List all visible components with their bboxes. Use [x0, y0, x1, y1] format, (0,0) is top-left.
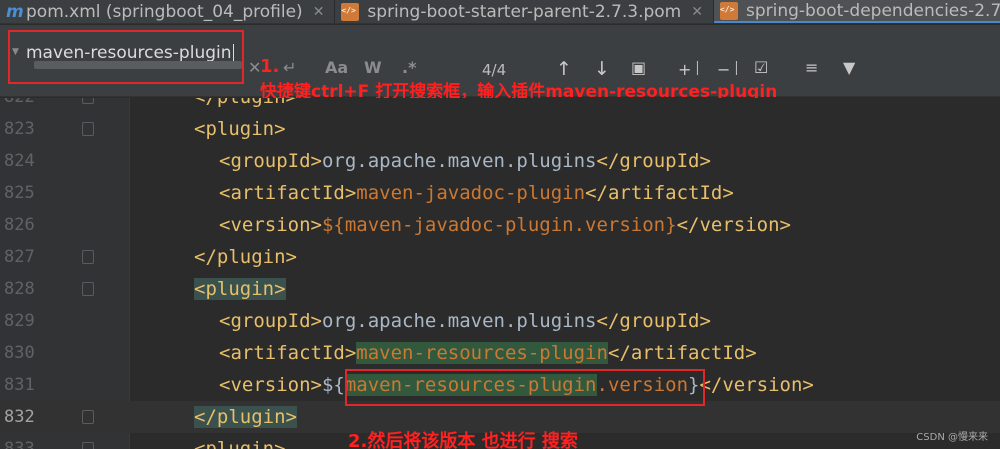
code-token: </groupId> [596, 150, 711, 172]
code-token: maven-javadoc-plugin [356, 182, 586, 204]
editor-tab-bar: mpom.xml (springboot_04_profile)✕spring-… [0, 0, 1000, 24]
fold-marker-icon[interactable] [82, 122, 94, 136]
code-text: <groupId>org.apache.maven.plugins</group… [219, 145, 711, 177]
tab-0[interactable]: m pom.xml (springboot_04_profile) ✕ [0, 0, 336, 23]
code-line[interactable]: 828 <plugin> [0, 273, 1000, 305]
match-case-toggle[interactable]: Aa [325, 58, 348, 77]
line-number: 828 [4, 279, 35, 299]
select-all-occurrences-icon[interactable]: ▣ [631, 58, 646, 77]
code-line[interactable]: 826 <version>${maven-javadoc-plugin.versi… [0, 209, 1000, 241]
code-token: </version> [699, 374, 814, 396]
code-token: <artifactId> [219, 342, 357, 364]
code-token: ${maven-javadoc-plugin.version} [321, 214, 677, 236]
tab-label: spring-boot-starter-parent-2.7.3.pom [367, 2, 682, 22]
code-token: maven-resources-plugin [356, 342, 608, 364]
code-text: </plugin> [194, 241, 297, 273]
code-token: <plugin> [194, 438, 286, 449]
fold-marker-icon[interactable] [82, 282, 94, 296]
code-line[interactable]: 822 </plugin> [0, 98, 1000, 113]
code-text: <groupId>org.apache.maven.plugins</group… [219, 305, 711, 337]
tab-label: spring-boot-dependencies-2.7 [745, 0, 1000, 21]
close-tab-icon[interactable]: ✕ [691, 4, 703, 20]
code-line[interactable]: 824 <groupId>org.apache.maven.plugins</gr… [0, 145, 1000, 177]
tab-2[interactable]: spring-boot-dependencies-2.7 [713, 0, 1000, 23]
annotation-box-version [345, 369, 705, 406]
annotation-step2-text: 2.然后将该版本 也进行 搜索 [348, 431, 578, 449]
new-line-icon[interactable]: ↵ [283, 58, 296, 77]
maven-icon: m [6, 2, 24, 22]
line-number: 823 [4, 119, 35, 139]
tab-label: pom.xml (springboot_04_profile) [26, 2, 303, 22]
code-text: <version>${maven-javadoc-plugin.version}… [219, 209, 791, 241]
code-text: </plugin> [194, 401, 297, 433]
line-number: 826 [4, 215, 35, 235]
code-token: <version> [219, 374, 322, 396]
code-token: <artifactId> [219, 182, 357, 204]
xml-file-icon [719, 1, 738, 20]
code-token: <version> [219, 214, 322, 236]
line-number: 830 [4, 343, 35, 363]
code-token: </groupId> [596, 310, 711, 332]
code-token: <groupId> [219, 150, 322, 172]
code-line[interactable]: 823 <plugin> [0, 113, 1000, 145]
code-token: </artifactId> [607, 342, 757, 364]
line-number: 831 [4, 375, 35, 395]
line-number: 829 [4, 311, 35, 331]
line-number: 827 [4, 247, 35, 267]
line-number: 832 [4, 407, 35, 427]
whole-words-toggle[interactable]: W [364, 58, 382, 77]
close-tab-icon[interactable]: ✕ [313, 4, 325, 20]
line-number: 825 [4, 183, 35, 203]
code-token: <plugin> [194, 118, 286, 140]
code-text: <artifactId>maven-resources-plugin</arti… [219, 337, 757, 369]
code-line[interactable]: 830 <artifactId>maven-resources-plugin</a… [0, 337, 1000, 369]
code-token: </plugin> [194, 406, 297, 428]
code-text: <plugin> [194, 433, 286, 449]
fold-marker-icon[interactable] [82, 442, 94, 449]
tab-1[interactable]: spring-boot-starter-parent-2.7.3.pom ✕ [335, 0, 714, 23]
line-number: 822 [4, 98, 44, 113]
code-line[interactable]: 827 </plugin> [0, 241, 1000, 273]
line-number: 824 [4, 151, 35, 171]
filter-icon[interactable]: ▼ [843, 58, 855, 77]
code-text: <plugin> [194, 273, 286, 305]
add-occurrence-icon[interactable]: +꒐ [678, 58, 704, 79]
code-token: </artifactId> [585, 182, 734, 204]
regex-toggle[interactable]: .* [402, 58, 416, 77]
code-text: <artifactId>maven-javadoc-plugin</artifa… [219, 177, 734, 209]
code-token: </plugin> [194, 246, 297, 268]
annotation-box-search [8, 30, 244, 84]
code-line[interactable]: 825 <artifactId>maven-javadoc-plugin</art… [0, 177, 1000, 209]
code-text: </plugin> [194, 98, 297, 113]
fold-marker-icon[interactable] [82, 250, 94, 264]
code-token: org.apache.maven.plugins [321, 150, 597, 172]
fold-marker-icon[interactable] [82, 98, 94, 104]
code-token: </plugin> [194, 98, 297, 108]
code-token: <groupId> [219, 310, 322, 332]
xml-file-icon [341, 3, 360, 21]
search-scrollbar[interactable] [34, 61, 242, 69]
line-number: 833 [4, 439, 35, 449]
filter-search-results-icon[interactable]: ≡ [805, 58, 818, 77]
annotation-step1-number: 1. [260, 56, 280, 77]
code-token: <plugin> [194, 278, 286, 300]
select-all-matches-icon[interactable]: ☑ [754, 58, 768, 77]
code-token: ${ [321, 374, 345, 396]
code-token: </version> [676, 214, 791, 236]
fold-marker-icon[interactable] [82, 410, 94, 424]
code-text: <plugin> [194, 113, 286, 145]
code-line[interactable]: 829 <groupId>org.apache.maven.plugins</gr… [0, 305, 1000, 337]
code-token: org.apache.maven.plugins [321, 310, 597, 332]
unselect-occurrence-icon[interactable]: −꒐ [717, 58, 743, 79]
watermark: CSDN @慢来来 [916, 432, 988, 443]
